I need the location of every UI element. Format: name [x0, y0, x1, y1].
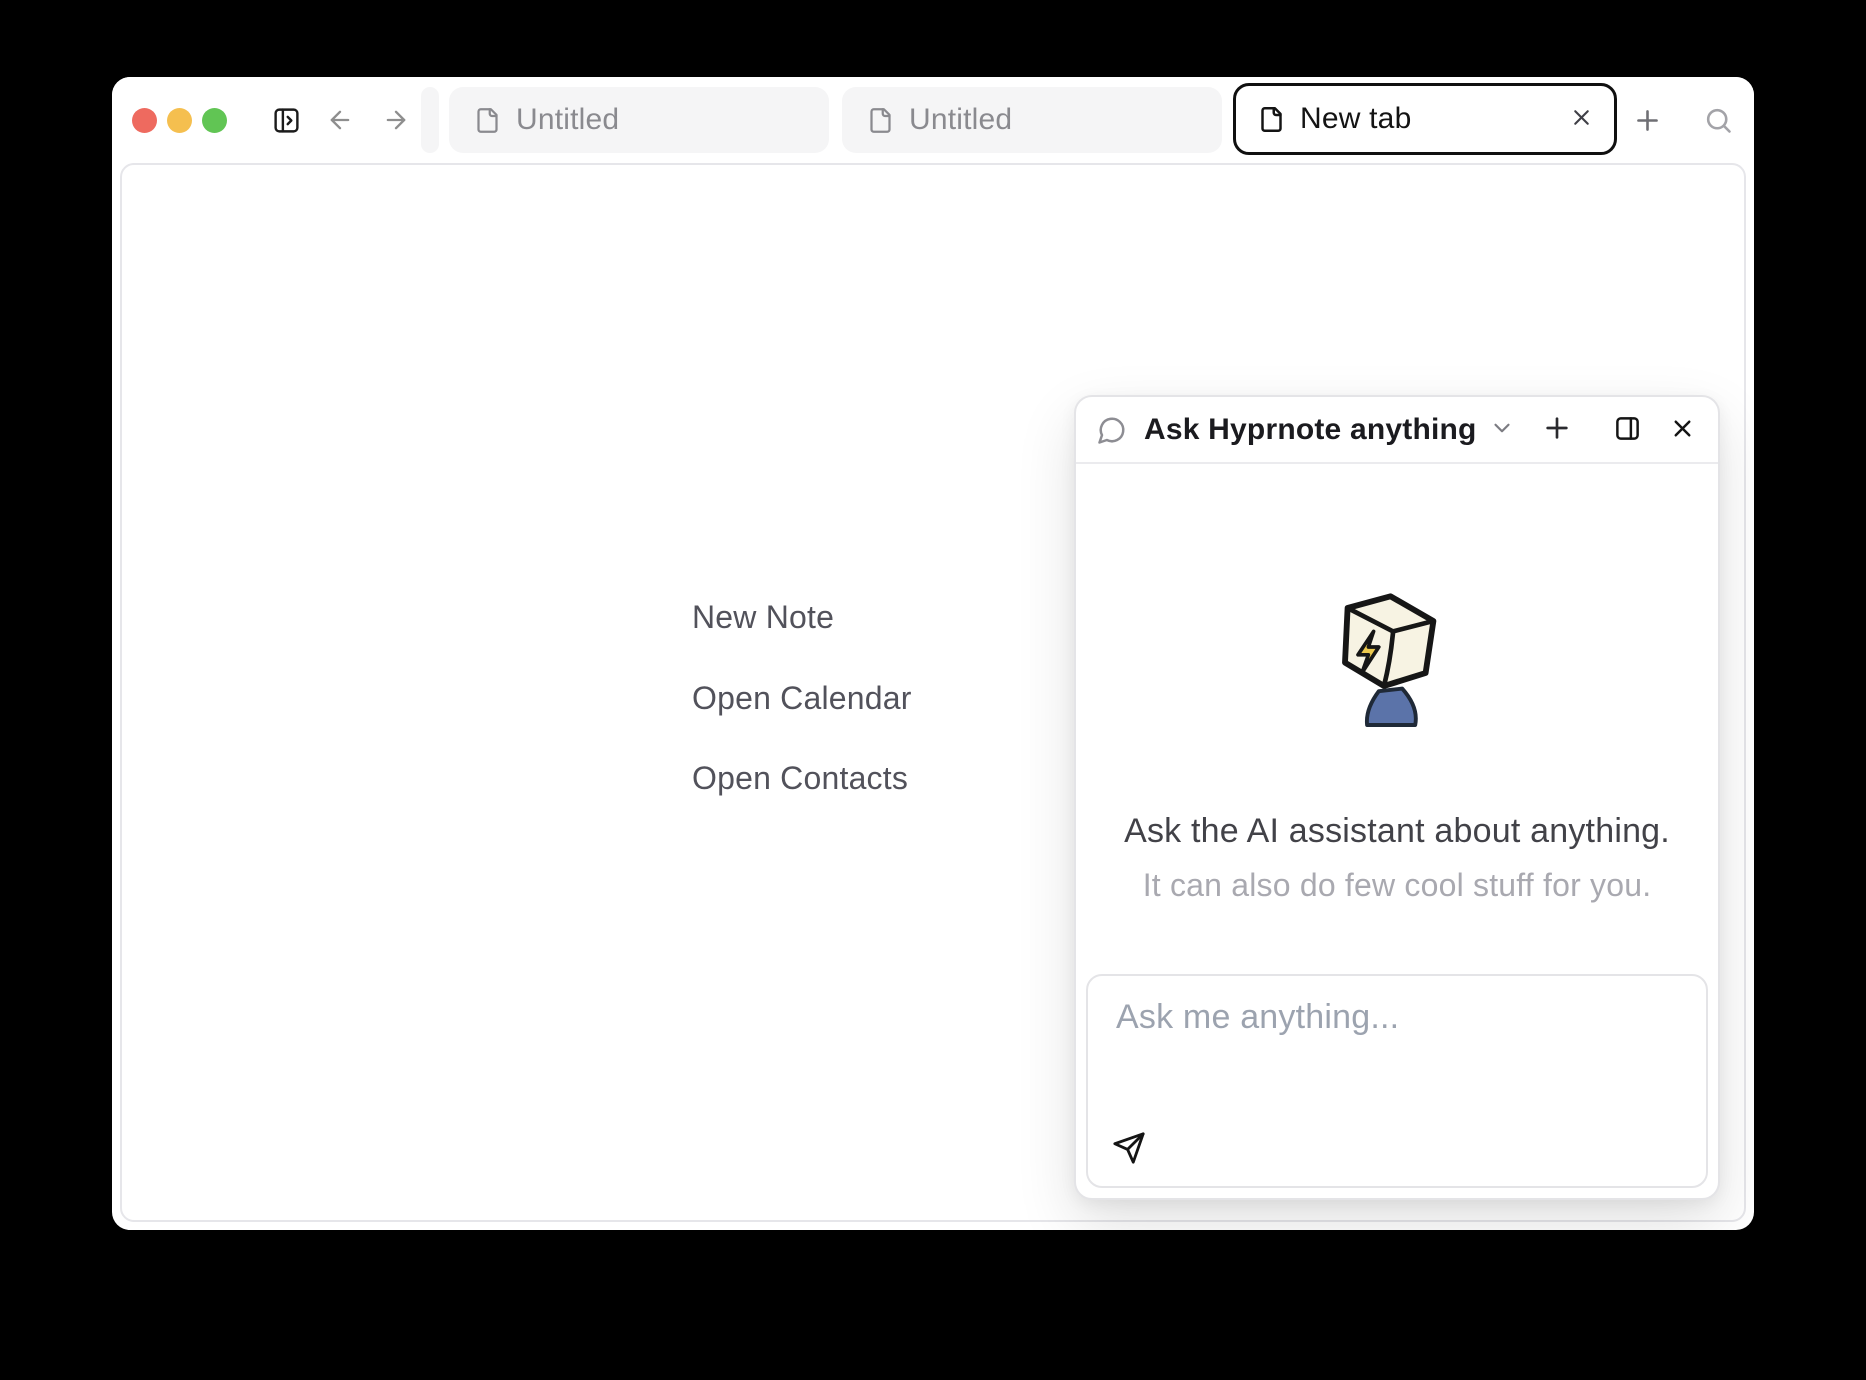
new-tab-button[interactable] — [1629, 77, 1665, 163]
assistant-panel-body: Ask the AI assistant about anything. It … — [1076, 464, 1718, 974]
tab-label: Untitled — [909, 103, 1012, 137]
minimize-window-button[interactable] — [167, 108, 192, 133]
arrow-left-icon — [326, 106, 354, 134]
message-bubble-icon — [1097, 415, 1127, 445]
zoom-window-button[interactable] — [202, 108, 227, 133]
close-window-button[interactable] — [132, 108, 157, 133]
plus-icon — [1541, 412, 1573, 447]
file-icon — [867, 107, 894, 134]
conversation-dropdown-button[interactable] — [1489, 415, 1515, 444]
tab-new-tab-active[interactable]: New tab — [1233, 83, 1617, 155]
x-icon — [1669, 415, 1696, 445]
assistant-panel-header: Ask Hyprnote anything — [1076, 397, 1718, 464]
open-contacts-link[interactable]: Open Contacts — [692, 760, 908, 797]
tab-label: New tab — [1300, 102, 1411, 136]
arrow-right-icon — [382, 106, 410, 134]
file-icon — [1258, 106, 1285, 133]
tab-untitled-2[interactable]: Untitled — [842, 87, 1222, 153]
x-icon — [1569, 105, 1594, 133]
titlebar: Untitled Untitled New tab — [112, 77, 1754, 163]
open-calendar-link[interactable]: Open Calendar — [692, 680, 912, 717]
send-message-button[interactable] — [1108, 1127, 1150, 1172]
desktop-background: { "titlebar": { "traffic_lights": ["clos… — [0, 0, 1866, 1380]
tab-label: Untitled — [516, 103, 619, 137]
search-icon — [1703, 105, 1734, 136]
search-button[interactable] — [1698, 77, 1738, 163]
assistant-headline: Ask the AI assistant about anything. — [1124, 812, 1670, 851]
cube-robot-mascot-illustration — [1319, 582, 1475, 738]
forward-button[interactable] — [376, 77, 416, 163]
tab-strip-divider — [421, 87, 439, 153]
back-button[interactable] — [320, 77, 360, 163]
tab-untitled-1[interactable]: Untitled — [449, 87, 829, 153]
file-icon — [474, 107, 501, 134]
assistant-input[interactable] — [1088, 976, 1706, 1116]
panel-right-icon — [1614, 415, 1641, 445]
close-panel-button[interactable] — [1669, 415, 1696, 445]
plus-icon — [1632, 105, 1663, 136]
chevron-down-icon — [1489, 415, 1515, 444]
new-note-link[interactable]: New Note — [692, 599, 834, 636]
assistant-input-box — [1086, 974, 1708, 1188]
window-controls — [132, 77, 227, 163]
new-chat-button[interactable] — [1541, 412, 1573, 447]
sidebar-toggle-button[interactable] — [268, 77, 304, 163]
app-window: Untitled Untitled New tab — [112, 77, 1754, 1230]
assistant-subtext: It can also do few cool stuff for you. — [1143, 867, 1652, 904]
paper-plane-icon — [1112, 1131, 1146, 1168]
assistant-panel-title: Ask Hyprnote anything — [1144, 413, 1477, 447]
dock-to-side-button[interactable] — [1614, 415, 1641, 445]
main-content-area: New Note Open Calendar Open Contacts Ask… — [120, 163, 1746, 1222]
ai-assistant-panel: Ask Hyprnote anything — [1074, 395, 1720, 1200]
close-tab-button[interactable] — [1565, 101, 1598, 137]
panel-left-open-icon — [272, 106, 301, 135]
